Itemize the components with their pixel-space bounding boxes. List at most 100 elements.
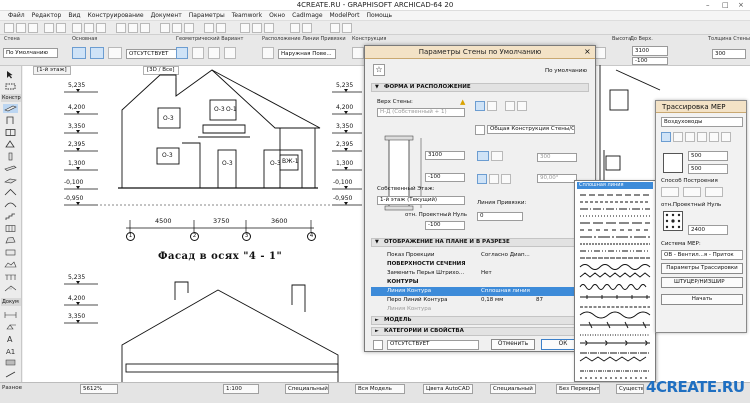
property-row[interactable]: Перо Линий Контура 0,18 мм 87: [371, 296, 589, 305]
duct-connect-icon[interactable]: [709, 132, 719, 142]
property-row[interactable]: Показ Проекции Согласно Диап...: [371, 251, 589, 260]
round-duct-icon[interactable]: [661, 132, 671, 142]
facade-title: Фасад в осях "4 - 1": [158, 251, 283, 262]
line-type-dropdown[interactable]: Сплошная линия: [574, 180, 656, 382]
site-logo: 4CREATE.RU: [646, 378, 745, 396]
section-model[interactable]: ► МОДЕЛЬ: [371, 316, 589, 325]
section-plan-display[interactable]: ▼ ОТОБРАЖЕНИЕ НА ПЛАНЕ И В РАЗРЕЗЕ: [371, 238, 589, 247]
level-label: 3,350: [336, 123, 354, 130]
level-label: -0,100: [333, 179, 353, 186]
section-geometry[interactable]: ▼ ФОРМА И РАСПОЛОЖЕНИЕ: [371, 83, 589, 92]
dimension-text: 4500: [155, 217, 172, 225]
angle-field[interactable]: 90,00°: [537, 174, 577, 183]
oval-duct-icon[interactable]: [685, 132, 695, 142]
warning-icon: ▲: [460, 98, 466, 106]
geometry-variant-group: [475, 101, 501, 113]
level-label: 5,235: [68, 274, 86, 281]
level-label: -0,100: [64, 179, 84, 186]
thickness-field[interactable]: 300: [537, 153, 577, 162]
wall-slanted-icon[interactable]: [477, 151, 489, 161]
axis-bubble: 2: [190, 232, 199, 241]
layer-icon[interactable]: [373, 340, 383, 350]
close-icon[interactable]: ×: [584, 47, 591, 56]
rect-duct-icon[interactable]: [673, 132, 683, 142]
structure-icon[interactable]: [475, 125, 485, 135]
dialog-title-bar[interactable]: Параметры Стены по Умолчанию ×: [365, 46, 595, 59]
nav-zoom-field[interactable]: 5612%: [80, 384, 118, 394]
door-tag: ВЖ-1: [282, 158, 299, 165]
own-floor-dropdown[interactable]: 1-й этаж (Текущий): [377, 196, 465, 205]
default-label: По умолчанию: [545, 68, 587, 74]
anchor-grid-icon[interactable]: [663, 211, 683, 231]
wall-type-group: [505, 101, 545, 113]
wall-top-dropdown[interactable]: Н-Д (Собственный + 1): [377, 108, 465, 117]
mep-system-dropdown[interactable]: ОВ - Вентил...я - Приток: [661, 250, 743, 260]
layer-dropdown[interactable]: ОТСУТСТВУЕТ: [387, 340, 479, 350]
axis-bubble: 3: [242, 232, 251, 241]
override-dropdown[interactable]: Без Перекрытия: [556, 384, 600, 394]
mep-system-label: Система MEP:: [661, 241, 701, 247]
window-tag: О-3: [214, 106, 225, 113]
level-label: 2,395: [336, 141, 354, 148]
window-tag: О-3: [270, 160, 281, 167]
level-label: 3,350: [68, 313, 86, 320]
level-label: 2,395: [68, 141, 86, 148]
ref-center-icon[interactable]: [489, 174, 499, 184]
window-tag: О-3: [222, 160, 233, 167]
mep-title-bar[interactable]: Трассировка MEP: [656, 101, 746, 113]
line-type-selected[interactable]: Сплошная линия: [577, 182, 653, 189]
method-straight-icon[interactable]: [661, 187, 679, 197]
straight-wall-icon[interactable]: [475, 101, 485, 111]
layer-combo-dropdown[interactable]: Специальный: [285, 384, 329, 394]
section-categories[interactable]: ► КАТЕГОРИИ И СВОЙСТВА: [371, 327, 589, 336]
level-label: 5,235: [68, 82, 86, 89]
ref-line-field[interactable]: 0: [477, 212, 523, 221]
window-tag: О-3: [163, 115, 174, 122]
trapezoid-wall-icon[interactable]: [505, 101, 515, 111]
mep-width-field[interactable]: 500: [688, 151, 728, 161]
more-label: Разное: [2, 385, 22, 391]
rel-zero-field[interactable]: -100: [425, 221, 465, 230]
property-row[interactable]: Линия Контура: [371, 305, 589, 314]
ref-inside-icon[interactable]: [501, 174, 511, 184]
section-shape-icon: [663, 153, 683, 173]
wall-double-slanted-icon[interactable]: [491, 151, 503, 161]
level-label: 4,200: [68, 104, 86, 111]
scale-dropdown[interactable]: 1:100: [223, 384, 259, 394]
flex-duct-icon[interactable]: [697, 132, 707, 142]
model-view-dropdown[interactable]: Вся Модель: [355, 384, 405, 394]
method-label: Способ Построения: [661, 178, 718, 184]
start-routing-button[interactable]: Начать: [661, 294, 743, 305]
ref-outside-icon[interactable]: [477, 174, 487, 184]
axis-bubble: 4: [307, 232, 316, 241]
method-arrow-icon[interactable]: [705, 187, 723, 197]
dimension-text: 3600: [271, 217, 288, 225]
polygon-wall-icon[interactable]: [517, 101, 527, 111]
level-label: 1,300: [68, 160, 86, 167]
mep-elevation-field[interactable]: 2400: [688, 225, 728, 235]
curved-wall-icon[interactable]: [487, 101, 497, 111]
method-diagonal-icon[interactable]: [683, 187, 701, 197]
line-type-list[interactable]: [577, 191, 653, 381]
level-label: 3,350: [68, 123, 86, 130]
property-group-row[interactable]: ПОВЕРХНОСТИ СЕЧЕНИЯ: [371, 260, 589, 269]
fittings-dropdown[interactable]: ШТУЦЕР/НИЗШИР: [661, 277, 743, 288]
cancel-button[interactable]: Отменить: [491, 339, 535, 350]
routing-settings-button[interactable]: Параметры Трассировки: [661, 263, 743, 274]
duct-end-icon[interactable]: [721, 132, 731, 142]
wall-height-field[interactable]: 3100: [425, 151, 465, 160]
method-buttons: [661, 187, 723, 197]
wall-offset-field[interactable]: -100: [425, 173, 465, 182]
mep-height-field[interactable]: 500: [688, 164, 728, 174]
mep-system-type-dropdown[interactable]: Воздуховоды: [661, 117, 743, 127]
structure-dropdown[interactable]: Общая Конструкция Стены/Обо...: [487, 125, 575, 134]
property-row-selected[interactable]: Линия Контура Сплошная линия: [371, 287, 589, 296]
property-row[interactable]: Заменить Перья Штрихо... Нет: [371, 269, 589, 278]
pen-set-dropdown[interactable]: Цвета AutoCAD: [423, 384, 473, 394]
level-label: -0,950: [64, 195, 84, 202]
favorites-star-icon[interactable]: ☆: [373, 64, 385, 76]
renovation-dropdown[interactable]: Существующие: [616, 384, 644, 394]
property-group-row[interactable]: КОНТУРЫ: [371, 278, 589, 287]
dimension-dropdown[interactable]: Специальный: [490, 384, 536, 394]
mep-routing-palette: Трассировка MEP Воздуховоды 500 500 Спос…: [655, 100, 747, 333]
